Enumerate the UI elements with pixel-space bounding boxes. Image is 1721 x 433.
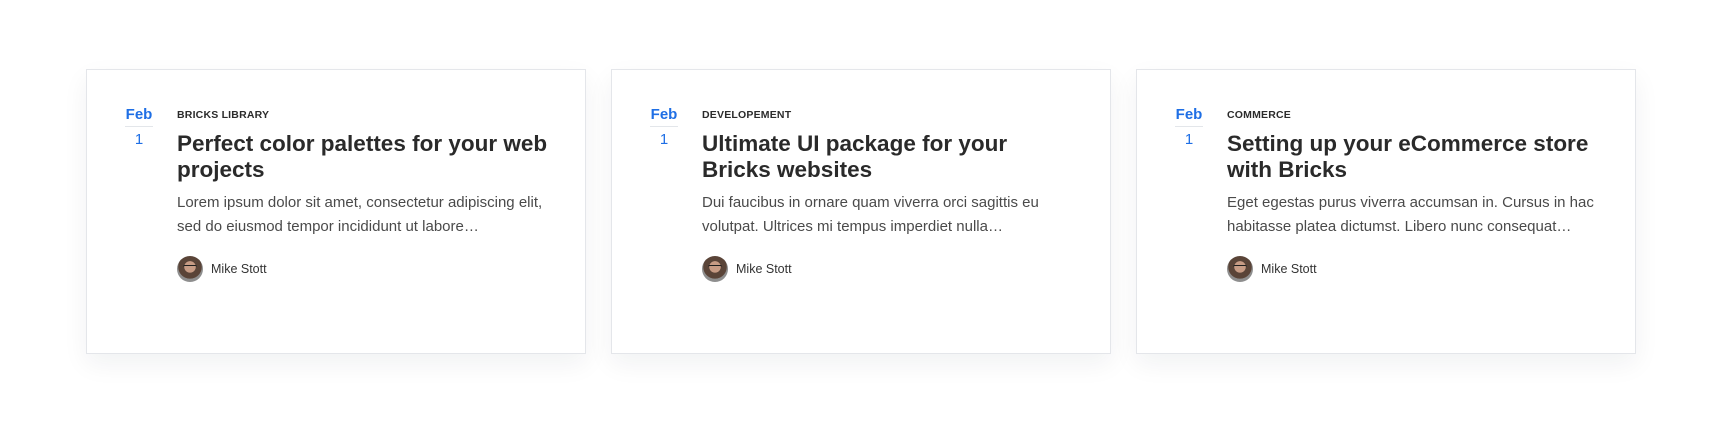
- post-date-day: 1: [659, 131, 669, 148]
- post-card[interactable]: Feb 1 BRICKS LIBRARY Perfect color palet…: [86, 69, 586, 354]
- post-content: COMMERCE Setting up your eCommerce store…: [1227, 108, 1599, 282]
- post-date-month: Feb: [1175, 106, 1203, 127]
- post-card-list: Feb 1 BRICKS LIBRARY Perfect color palet…: [86, 69, 1636, 354]
- post-category-link[interactable]: COMMERCE: [1227, 108, 1599, 122]
- author-name: Mike Stott: [211, 262, 267, 276]
- author-name: Mike Stott: [736, 262, 792, 276]
- post-excerpt: Dui faucibus in ornare quam viverra orci…: [702, 194, 1039, 235]
- post-author[interactable]: Mike Stott: [177, 256, 549, 282]
- post-category-link[interactable]: BRICKS LIBRARY: [177, 108, 549, 122]
- post-card[interactable]: Feb 1 DEVELOPEMENT Ultimate UI package f…: [611, 69, 1111, 354]
- post-date-month: Feb: [650, 106, 678, 127]
- post-card[interactable]: Feb 1 COMMERCE Setting up your eCommerce…: [1136, 69, 1636, 354]
- post-title-link[interactable]: Setting up your eCommerce store with Bri…: [1227, 131, 1599, 183]
- post-date-day: 1: [1184, 131, 1194, 148]
- post-excerpt: Lorem ipsum dolor sit amet, consectetur …: [177, 194, 543, 235]
- post-date: Feb 1: [125, 106, 153, 150]
- author-avatar: [177, 256, 203, 282]
- author-avatar: [1227, 256, 1253, 282]
- post-title-link[interactable]: Ultimate UI package for your Bricks webs…: [702, 131, 1074, 183]
- post-author[interactable]: Mike Stott: [702, 256, 1074, 282]
- author-name: Mike Stott: [1261, 262, 1317, 276]
- post-date-day: 1: [134, 131, 144, 148]
- post-category-link[interactable]: DEVELOPEMENT: [702, 108, 1074, 122]
- post-content: DEVELOPEMENT Ultimate UI package for you…: [702, 108, 1074, 282]
- post-author[interactable]: Mike Stott: [1227, 256, 1599, 282]
- post-excerpt: Eget egestas purus viverra accumsan in. …: [1227, 194, 1594, 235]
- author-avatar: [702, 256, 728, 282]
- post-title-link[interactable]: Perfect color palettes for your web proj…: [177, 131, 549, 183]
- post-date-month: Feb: [125, 106, 153, 127]
- post-date: Feb 1: [650, 106, 678, 150]
- post-date: Feb 1: [1175, 106, 1203, 150]
- post-content: BRICKS LIBRARY Perfect color palettes fo…: [177, 108, 549, 282]
